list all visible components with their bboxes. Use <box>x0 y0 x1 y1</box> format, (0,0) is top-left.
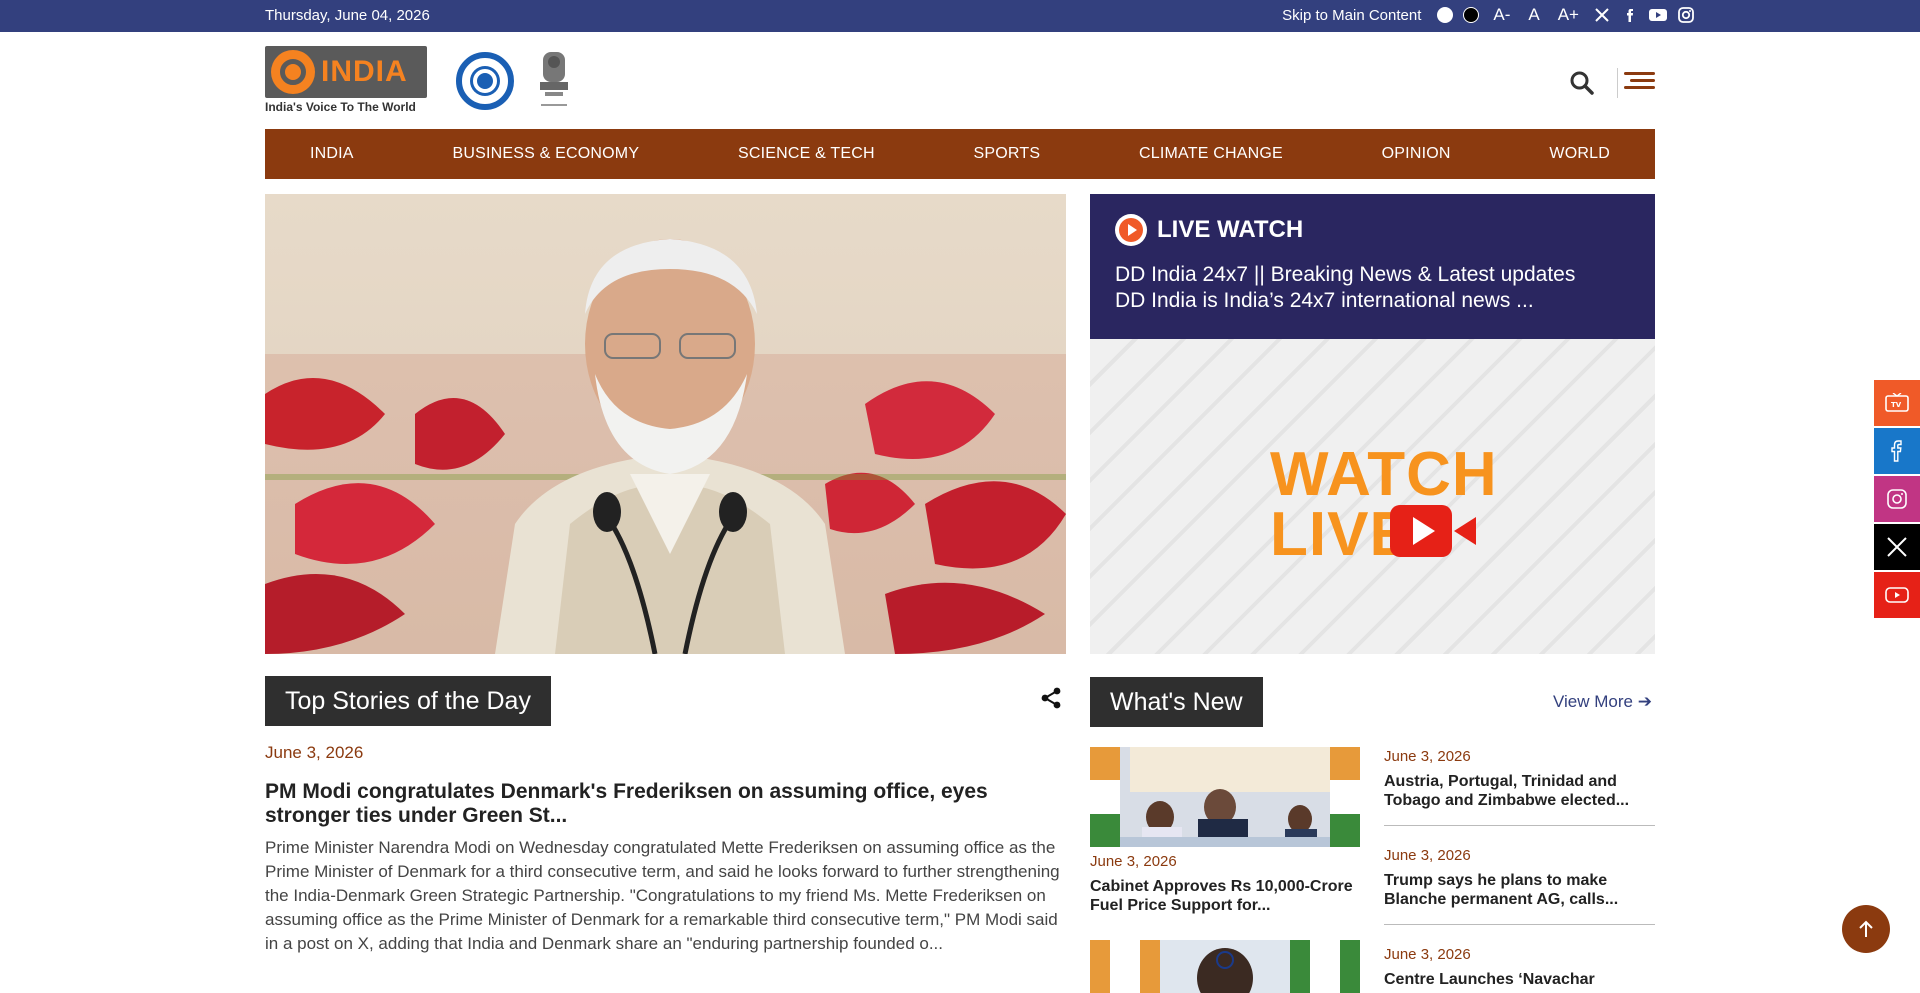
watch-live-banner[interactable]: WATCH LIVE <box>1090 339 1655 654</box>
whats-new-right-date-3: June 3, 2026 <box>1384 946 1471 963</box>
hero-story-image[interactable] <box>265 194 1066 654</box>
whats-new-right-date-1: June 3, 2026 <box>1384 748 1471 765</box>
live-watch-line2: DD India is India’s 24x7 international n… <box>1115 289 1534 312</box>
logo-wordmark: INDIA <box>321 55 408 88</box>
svg-text:TV: TV <box>1891 401 1902 409</box>
youtube-play-icon <box>1390 505 1452 557</box>
youtube-icon[interactable] <box>1649 6 1667 24</box>
tv-icon[interactable]: TV <box>1874 380 1920 426</box>
live-watch-line1: DD India 24x7 || Breaking News & Latest … <box>1115 263 1576 286</box>
floating-social-bar: TV <box>1874 380 1920 620</box>
national-emblem-icon <box>535 46 573 116</box>
top-stories-heading: Top Stories of the Day <box>265 676 551 726</box>
logo-tagline: India's Voice To The World <box>265 100 416 114</box>
main-navigation: INDIA BUSINESS & ECONOMY SCIENCE & TECH … <box>265 129 1655 179</box>
live-watch-heading: LIVE WATCH <box>1157 216 1304 243</box>
back-to-top-button[interactable] <box>1842 905 1890 953</box>
whats-new-thumbnail-2[interactable] <box>1090 940 1360 993</box>
nav-item-business-economy[interactable]: BUSINESS & ECONOMY <box>452 145 639 163</box>
prasar-bharati-logo-icon[interactable] <box>450 46 520 116</box>
camera-icon <box>1454 517 1476 545</box>
search-icon[interactable] <box>1569 70 1595 96</box>
speaker-figure <box>495 239 845 654</box>
whats-new-heading: What's New <box>1090 677 1263 727</box>
whats-new-thumbnail-1[interactable] <box>1090 747 1360 847</box>
whats-new-right-title-1[interactable]: Austria, Portugal, Trinidad and Tobago a… <box>1384 772 1655 810</box>
arrow-right-icon: ➔ <box>1637 692 1652 711</box>
top-story-title[interactable]: PM Modi congratulates Denmark's Frederik… <box>265 780 1066 828</box>
live-watch-title-row: LIVE WATCH <box>1115 214 1630 246</box>
facebook-icon[interactable] <box>1874 428 1920 474</box>
skip-to-content-link[interactable]: Skip to Main Content <box>1282 7 1421 24</box>
live-watch-header: LIVE WATCH DD India 24x7 || Breaking New… <box>1090 194 1655 339</box>
font-decrease-button[interactable]: A- <box>1489 5 1514 25</box>
view-more-label: View More <box>1553 692 1633 711</box>
press-conference-image <box>1090 747 1360 847</box>
divider <box>1384 924 1655 925</box>
whats-new-right-title-3[interactable]: Centre Launches ‘Navachar <box>1384 970 1655 989</box>
official-speaker-image <box>1090 940 1360 993</box>
x-icon[interactable] <box>1593 6 1611 24</box>
top-utility-bar: Thursday, June 04, 2026 Skip to Main Con… <box>0 0 1920 32</box>
light-theme-toggle[interactable] <box>1437 7 1454 23</box>
instagram-icon[interactable] <box>1677 6 1695 24</box>
dark-theme-toggle[interactable] <box>1463 7 1480 23</box>
logo-badge: INDIA <box>265 46 427 98</box>
nav-item-sports[interactable]: SPORTS <box>974 145 1041 163</box>
nav-item-world[interactable]: WORLD <box>1549 145 1610 163</box>
play-icon <box>1115 214 1147 246</box>
top-story-date: June 3, 2026 <box>265 743 364 762</box>
site-header: INDIA India's Voice To The World <box>265 46 1655 118</box>
whats-new-left-date-1: June 3, 2026 <box>1090 853 1177 870</box>
utility-controls: Skip to Main Content A- A A+ <box>1282 5 1695 25</box>
dd-india-logo[interactable]: INDIA India's Voice To The World <box>265 46 427 118</box>
dd-logo-icon <box>271 50 315 94</box>
whats-new-right-date-2: June 3, 2026 <box>1384 847 1471 864</box>
live-watch-description: DD India 24x7 || Breaking News & Latest … <box>1115 262 1630 314</box>
current-date: Thursday, June 04, 2026 <box>265 7 430 24</box>
nav-item-climate-change[interactable]: CLIMATE CHANGE <box>1139 145 1283 163</box>
share-icon[interactable] <box>1040 687 1062 709</box>
facebook-icon[interactable] <box>1621 6 1639 24</box>
instagram-icon[interactable] <box>1874 476 1920 522</box>
view-more-link[interactable]: View More ➔ <box>1553 692 1652 712</box>
arrow-up-icon <box>1859 920 1873 937</box>
font-reset-button[interactable]: A <box>1524 5 1543 25</box>
font-increase-button[interactable]: A+ <box>1554 5 1583 25</box>
whats-new-right-title-2[interactable]: Trump says he plans to make Blanche perm… <box>1384 871 1655 909</box>
x-icon[interactable] <box>1874 524 1920 570</box>
top-story-summary: Prime Minister Narendra Modi on Wednesda… <box>265 838 1060 953</box>
live-watch-panel[interactable]: LIVE WATCH DD India 24x7 || Breaking New… <box>1090 194 1655 654</box>
whats-new-left-title-1[interactable]: Cabinet Approves Rs 10,000-Crore Fuel Pr… <box>1090 877 1360 915</box>
nav-item-opinion[interactable]: OPINION <box>1382 145 1451 163</box>
nav-item-science-tech[interactable]: SCIENCE & TECH <box>738 145 875 163</box>
hamburger-menu-icon[interactable] <box>1617 68 1655 98</box>
divider <box>1384 825 1655 826</box>
nav-item-india[interactable]: INDIA <box>310 145 354 163</box>
youtube-icon[interactable] <box>1874 572 1920 618</box>
